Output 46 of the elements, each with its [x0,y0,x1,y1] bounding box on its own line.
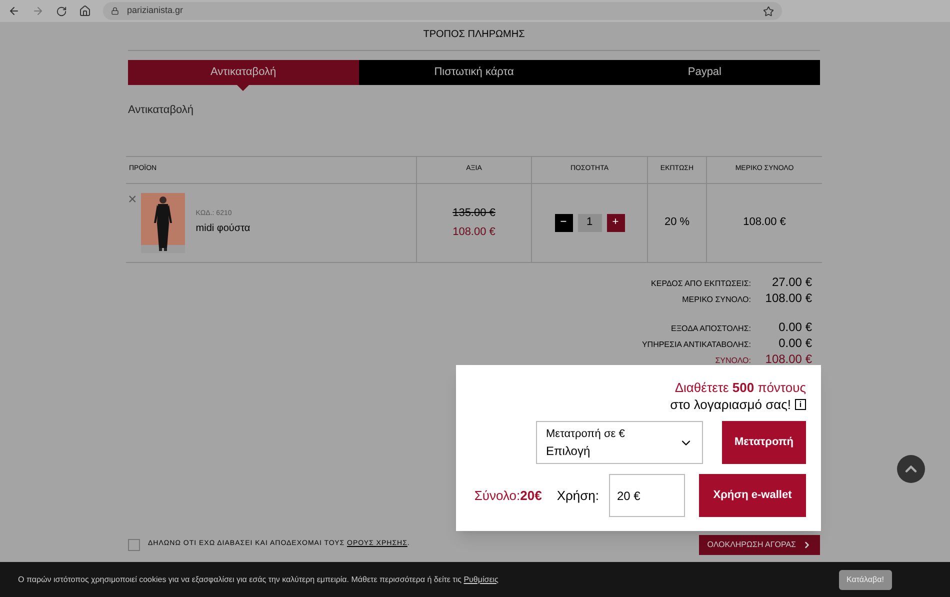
total-label: ΚΕΡΔΟΣ ΑΠΟ ΕΚΠΤΩΣΕΙΣ: [651,278,751,290]
payment-tab[interactable]: Αντικαταβολή [128,60,359,85]
address-bar[interactable]: parizianista.gr [103,2,782,20]
total-value: 0.00 € [778,320,812,334]
total-value: 108.00 € [764,290,812,304]
checkout-button[interactable]: ΟΛΟΚΛΗΡΩΣΗ ΑΓΟΡΑΣ [699,534,820,554]
total-label: ΣΥΝΟΛΟ: [715,354,751,366]
quantity-field[interactable]: 1 [578,214,602,232]
total-label: ΥΠΗΡΕΣΙΑ ΑΝΤΙΚΑΤΑΒΟΛΗΣ: [642,338,751,350]
product-name: midi φούστα [196,222,250,236]
total-label: ΕΞΟΔΑ ΑΠΟΣΤΟΛΗΣ: [671,322,751,334]
use-amount-field[interactable]: 20 € [609,474,685,517]
account-text: στο λογαριασμό σας! [670,396,791,413]
url-text: parizianista.gr [127,4,184,18]
tab-pointer [237,85,250,91]
wallet-total: Σύνολο:20€ [474,486,542,505]
back-icon[interactable] [8,5,20,17]
decrease-button[interactable]: − [554,214,572,232]
terms-checkbox[interactable] [128,538,140,550]
old-price: 135.00 € [452,206,496,220]
discount-value: 20 % [664,215,690,230]
lock-icon [111,7,119,15]
payment-tab[interactable]: Paypal [589,60,820,85]
subtotal-value: 108.00 € [743,215,786,230]
use-label: Χρήση: [556,486,599,505]
info-button[interactable]: i [795,399,806,410]
section-title: ΤΡΟΠΟΣ ΠΛΗΡΩΜΗΣ [128,22,820,51]
points-text: Διαθέτετε 500 πόντους [674,379,806,396]
scroll-to-top-button[interactable] [897,455,925,483]
reload-icon[interactable] [56,6,67,16]
total-value: 108.00 € [764,352,812,366]
convert-button[interactable]: Μετατροπή [722,421,806,464]
use-wallet-button[interactable]: Χρήση e-wallet [699,474,806,517]
cookie-text: Ο παρών ιστότοπος χρησιμοποιεί cookies για να εξασφαλίσει για εσάς την καλύτερη εμπειρία. Μάθετε περισσότερα ή δείτε τις Ρυθμίσεις [18,574,498,586]
method-description: Αντικαταβολή [128,103,195,118]
chevron-right-icon [802,540,812,550]
conversion-select[interactable]: Μετατροπή σε € Επιλογή [536,421,703,464]
increase-button[interactable]: + [606,214,624,232]
settings-link[interactable]: Ρυθμίσεις [464,574,498,584]
bookmark-star-icon[interactable] [763,6,774,16]
total-label: ΜΕΡΙΚΟ ΣΥΝΟΛΟ: [682,294,751,306]
payment-tab[interactable]: Πιστωτική κάρτα [358,60,590,85]
sale-price: 108.00 € [452,225,496,240]
total-value: 27.00 € [770,274,812,288]
total-value: 0.00 € [778,336,812,350]
home-icon[interactable] [79,5,91,17]
